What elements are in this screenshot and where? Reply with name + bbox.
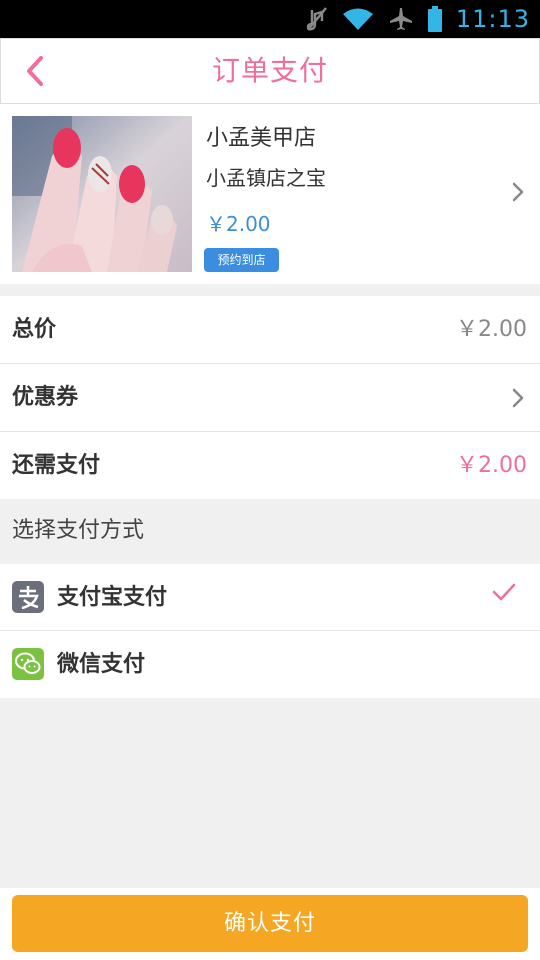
chevron-right-icon (512, 182, 524, 206)
payment-option-label: 支付宝支付 (57, 585, 168, 610)
mute-icon (306, 6, 328, 32)
remaining-payment-value: ￥2.00 (456, 453, 527, 478)
bottom-bar: 确认支付 (0, 888, 540, 960)
product-name: 小孟镇店之宝 (206, 166, 326, 190)
payment-option-wechat[interactable]: 微信支付 (0, 631, 540, 698)
alipay-icon (12, 581, 44, 613)
airplane-icon (388, 6, 414, 32)
product-card[interactable]: 小孟美甲店 小孟镇店之宝 ￥2.00 预约到店 (0, 104, 540, 284)
checkmark-icon (492, 582, 516, 606)
app-header: 订单支付 (0, 38, 540, 104)
status-bar: 11:13 (0, 0, 540, 38)
coupon-row[interactable]: 优惠券 (0, 364, 540, 431)
status-badge: 预约到店 (204, 248, 279, 272)
total-price-label: 总价 (12, 317, 57, 342)
wechat-icon (12, 648, 44, 680)
payment-option-alipay[interactable]: 支付宝支付 (0, 564, 540, 631)
page-title: 订单支付 (211, 54, 328, 87)
coupon-label: 优惠券 (12, 385, 79, 410)
confirm-payment-button[interactable]: 确认支付 (12, 895, 528, 952)
status-icons: 11:13 (306, 0, 530, 38)
wifi-icon (342, 7, 374, 31)
total-price-row: 总价 ￥2.00 (0, 296, 540, 363)
remaining-payment-row: 还需支付 ￥2.00 (0, 432, 540, 499)
battery-icon (427, 6, 442, 32)
shop-name: 小孟美甲店 (206, 126, 317, 151)
payment-section-title: 选择支付方式 (12, 518, 145, 543)
product-thumbnail (12, 116, 192, 272)
clock-time: 11:13 (455, 5, 530, 33)
product-price: ￥2.00 (206, 212, 271, 236)
payment-option-label: 微信支付 (57, 652, 146, 677)
chevron-right-icon (512, 388, 524, 412)
total-price-value: ￥2.00 (456, 317, 527, 342)
remaining-payment-label: 还需支付 (12, 453, 101, 478)
